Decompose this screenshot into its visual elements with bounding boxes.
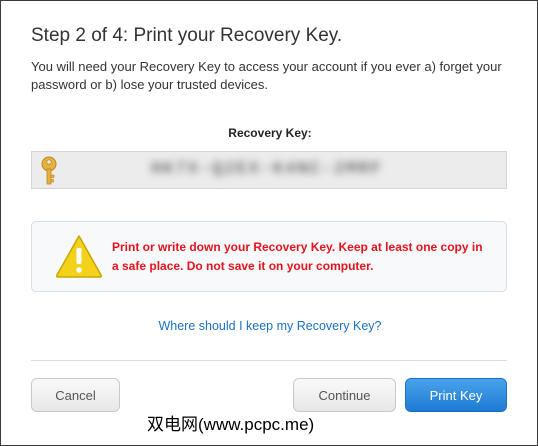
divider [31,360,507,361]
warning-message: Print or write down your Recovery Key. K… [112,240,483,273]
cancel-button[interactable]: Cancel [31,378,120,412]
warning-icon [55,235,103,278]
recovery-key-field: HK7X-Q2EX-K4NC-2MRF [31,151,507,189]
recovery-key-help-link[interactable]: Where should I keep my Recovery Key? [1,319,538,333]
recovery-key-label: Recovery Key: [228,126,312,140]
recovery-key-value: HK7X-Q2EX-K4NC-2MRF [151,160,383,179]
continue-button[interactable]: Continue [293,378,396,412]
recovery-key-dialog: Step 2 of 4: Print your Recovery Key. Yo… [0,0,538,446]
dialog-title: Step 2 of 4: Print your Recovery Key. [31,25,343,46]
dialog-description: You will need your Recovery Key to acces… [31,59,502,92]
warning-box: Print or write down your Recovery Key. K… [31,221,507,292]
key-icon [41,156,57,185]
print-key-button[interactable]: Print Key [405,378,507,412]
watermark: 双电网(www.pcpc.me) [147,415,315,434]
